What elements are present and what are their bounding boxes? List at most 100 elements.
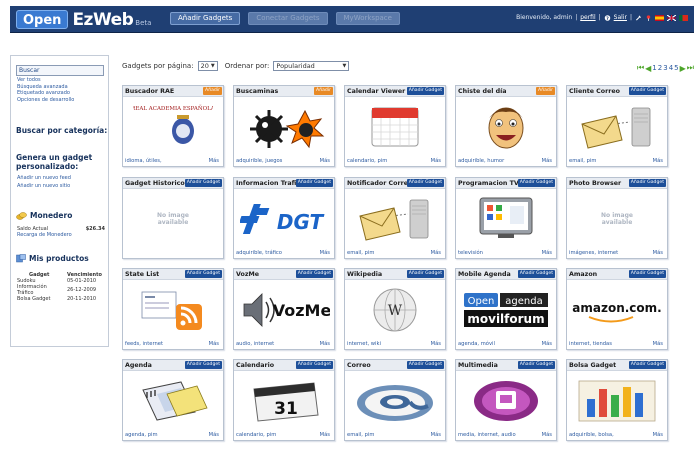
more-link[interactable]: Más — [653, 432, 663, 438]
page-link[interactable]: 3 — [663, 64, 667, 72]
at-sign-icon[interactable] — [348, 373, 442, 428]
gadget-card[interactable]: VozMe Añadir Gadget VozMe audio, internet Má… — [233, 268, 335, 350]
add-site-link[interactable]: Añadir un nuevo sitio — [17, 183, 70, 190]
search-input[interactable]: Buscar — [16, 65, 104, 76]
gadget-card[interactable]: Bolsa Gadget Añadir Gadget adquirible, bol… — [566, 359, 668, 441]
more-link[interactable]: Más — [653, 250, 663, 256]
more-link[interactable]: Más — [653, 158, 663, 164]
gadget-tags[interactable]: email, pim — [347, 250, 374, 256]
gadget-tags[interactable]: adquirible, humor — [458, 158, 504, 164]
add-gadget-button[interactable]: Añadir Gadget — [517, 179, 555, 187]
gadget-title[interactable]: Programacion TV — [458, 179, 518, 188]
gadget-title[interactable]: Wikipedia — [347, 270, 407, 279]
gadget-title[interactable]: Cliente Correo — [569, 87, 629, 96]
more-link[interactable]: Más — [431, 432, 441, 438]
tools-icon[interactable] — [635, 14, 642, 21]
tab-add-gadgets[interactable]: Añadir Gadgets — [170, 12, 241, 25]
speaker-icon[interactable]: VozMe — [237, 282, 331, 337]
add-gadget-button[interactable]: Añadir Gadget — [184, 361, 222, 369]
tv-icon[interactable] — [459, 191, 553, 246]
gadget-card[interactable]: Gadget Historico Añadir Gadget No image ava… — [122, 177, 224, 259]
smiley-face-icon[interactable] — [459, 99, 553, 154]
more-link[interactable]: Más — [209, 341, 219, 347]
gadget-title[interactable]: Mobile Agenda — [458, 270, 518, 279]
gadget-tags[interactable]: imágenes, internet — [569, 250, 618, 256]
more-link[interactable]: Más — [542, 158, 552, 164]
add-gadget-button[interactable]: Añadir Gadget — [406, 361, 444, 369]
help-icon[interactable]: ? — [604, 14, 611, 21]
rss-feed-icon[interactable] — [126, 282, 220, 337]
flag-es-icon[interactable] — [655, 14, 664, 21]
gadget-tags[interactable]: calendario, pim — [347, 158, 387, 164]
per-page-select[interactable]: 20 ▼ — [197, 61, 218, 71]
add-gadget-button[interactable]: Añadir Gadget — [406, 87, 444, 95]
gadget-card[interactable]: Buscaminas Añadir adquirible, juegos Más — [233, 85, 335, 167]
add-gadget-button[interactable]: Añadir Gadget — [184, 179, 222, 187]
add-gadget-button[interactable]: Añadir Gadget — [184, 270, 222, 278]
gadget-title[interactable]: Correo — [347, 361, 407, 370]
rae-crest-icon[interactable]: REAL ACADEMIA ESPAÑOLA — [126, 99, 220, 154]
gadget-tags[interactable]: calendario, pim — [236, 432, 276, 438]
gadget-tags[interactable]: internet, wiki — [347, 341, 381, 347]
gadget-title[interactable]: Buscaminas — [236, 87, 296, 96]
gadget-tags[interactable]: email, pim — [347, 432, 374, 438]
more-link[interactable]: Más — [320, 250, 330, 256]
last-page-icon[interactable]: ⏭ — [687, 63, 694, 73]
more-link[interactable]: Más — [542, 341, 552, 347]
gadget-card[interactable]: State List Añadir Gadget feeds, internet Má… — [122, 268, 224, 350]
gadget-title[interactable]: Buscador RAE — [125, 87, 185, 96]
page-link[interactable]: 4 — [669, 64, 673, 72]
more-link[interactable]: Más — [431, 250, 441, 256]
page-link[interactable]: 1 — [652, 64, 656, 72]
more-link[interactable]: Más — [542, 250, 552, 256]
gadget-card[interactable]: Programacion TV Añadir Gadget televisión Má… — [455, 177, 557, 259]
gadget-card[interactable]: Multimedia Añadir Gadget media, internet, … — [455, 359, 557, 441]
developer-options-link[interactable]: Opciones de desarrollo — [17, 97, 74, 104]
gadget-tags[interactable]: adquirible, tráfico — [236, 250, 282, 256]
more-link[interactable]: Más — [320, 158, 330, 164]
tab-connect-gadgets[interactable]: Conectar Gadgets — [248, 12, 328, 25]
add-gadget-button[interactable]: Añadir — [203, 87, 222, 95]
gadget-tags[interactable]: adquirible, bolsa, — [569, 432, 614, 438]
add-gadget-button[interactable]: Añadir Gadget — [628, 87, 666, 95]
no-image-icon[interactable]: No image available — [126, 191, 220, 246]
calendar-icon[interactable] — [348, 99, 442, 154]
no-image-icon[interactable]: No image available — [570, 191, 664, 246]
more-link[interactable]: Más — [542, 432, 552, 438]
gadget-title[interactable]: Calendar Viewer — [347, 87, 407, 96]
more-link[interactable]: Más — [431, 341, 441, 347]
add-feed-link[interactable]: Añadir un nuevo feed — [17, 175, 71, 182]
flag-uk-icon[interactable] — [667, 14, 676, 21]
add-gadget-button[interactable]: Añadir Gadget — [406, 270, 444, 278]
gadget-tags[interactable]: televisión — [458, 250, 483, 256]
amazon-logo-icon[interactable]: amazon.com. — [570, 282, 664, 337]
gadget-card[interactable]: Correo Añadir Gadget email, pim Más — [344, 359, 446, 441]
add-gadget-button[interactable]: Añadir Gadget — [406, 179, 444, 187]
gadget-card[interactable]: Wikipedia Añadir Gadget Winternet, wiki Más — [344, 268, 446, 350]
prev-page-icon[interactable]: ◀ — [645, 64, 651, 73]
calendar-31-icon[interactable]: 31 — [237, 373, 331, 428]
more-link[interactable]: Más — [209, 432, 219, 438]
gadget-card[interactable]: Photo Browser Añadir Gadget No image availa… — [566, 177, 668, 259]
gadget-card[interactable]: Chiste del día Añadir adquirible, humor Más — [455, 85, 557, 167]
gadget-title[interactable]: Multimedia — [458, 361, 518, 370]
gadget-title[interactable]: Gadget Historico — [125, 179, 185, 188]
mine-icon[interactable] — [237, 99, 331, 154]
bar-chart-icon[interactable] — [570, 373, 664, 428]
gadget-title[interactable]: Chiste del día — [458, 87, 518, 96]
advanced-tagging-link[interactable]: Etiquetado avanzado — [17, 90, 74, 97]
flag-pt-icon[interactable] — [679, 14, 688, 21]
wikipedia-globe-icon[interactable]: W — [348, 282, 442, 337]
add-gadget-button[interactable]: Añadir Gadget — [295, 179, 333, 187]
gadget-title[interactable]: Agenda — [125, 361, 185, 370]
more-link[interactable]: Más — [431, 158, 441, 164]
gadget-title[interactable]: Informacion Trafico — [236, 179, 296, 188]
page-link[interactable]: 5 — [674, 64, 678, 72]
more-link[interactable]: Más — [653, 341, 663, 347]
gadget-title[interactable]: Notificador Correo — [347, 179, 407, 188]
gadget-card[interactable]: Calendario Añadir Gadget 31 calendario, pim… — [233, 359, 335, 441]
gadget-card[interactable]: Amazon Añadir Gadget amazon.com. internet, … — [566, 268, 668, 350]
gadget-title[interactable]: VozMe — [236, 270, 296, 279]
pin-icon[interactable] — [645, 14, 652, 21]
gadget-title[interactable]: Bolsa Gadget — [569, 361, 629, 370]
